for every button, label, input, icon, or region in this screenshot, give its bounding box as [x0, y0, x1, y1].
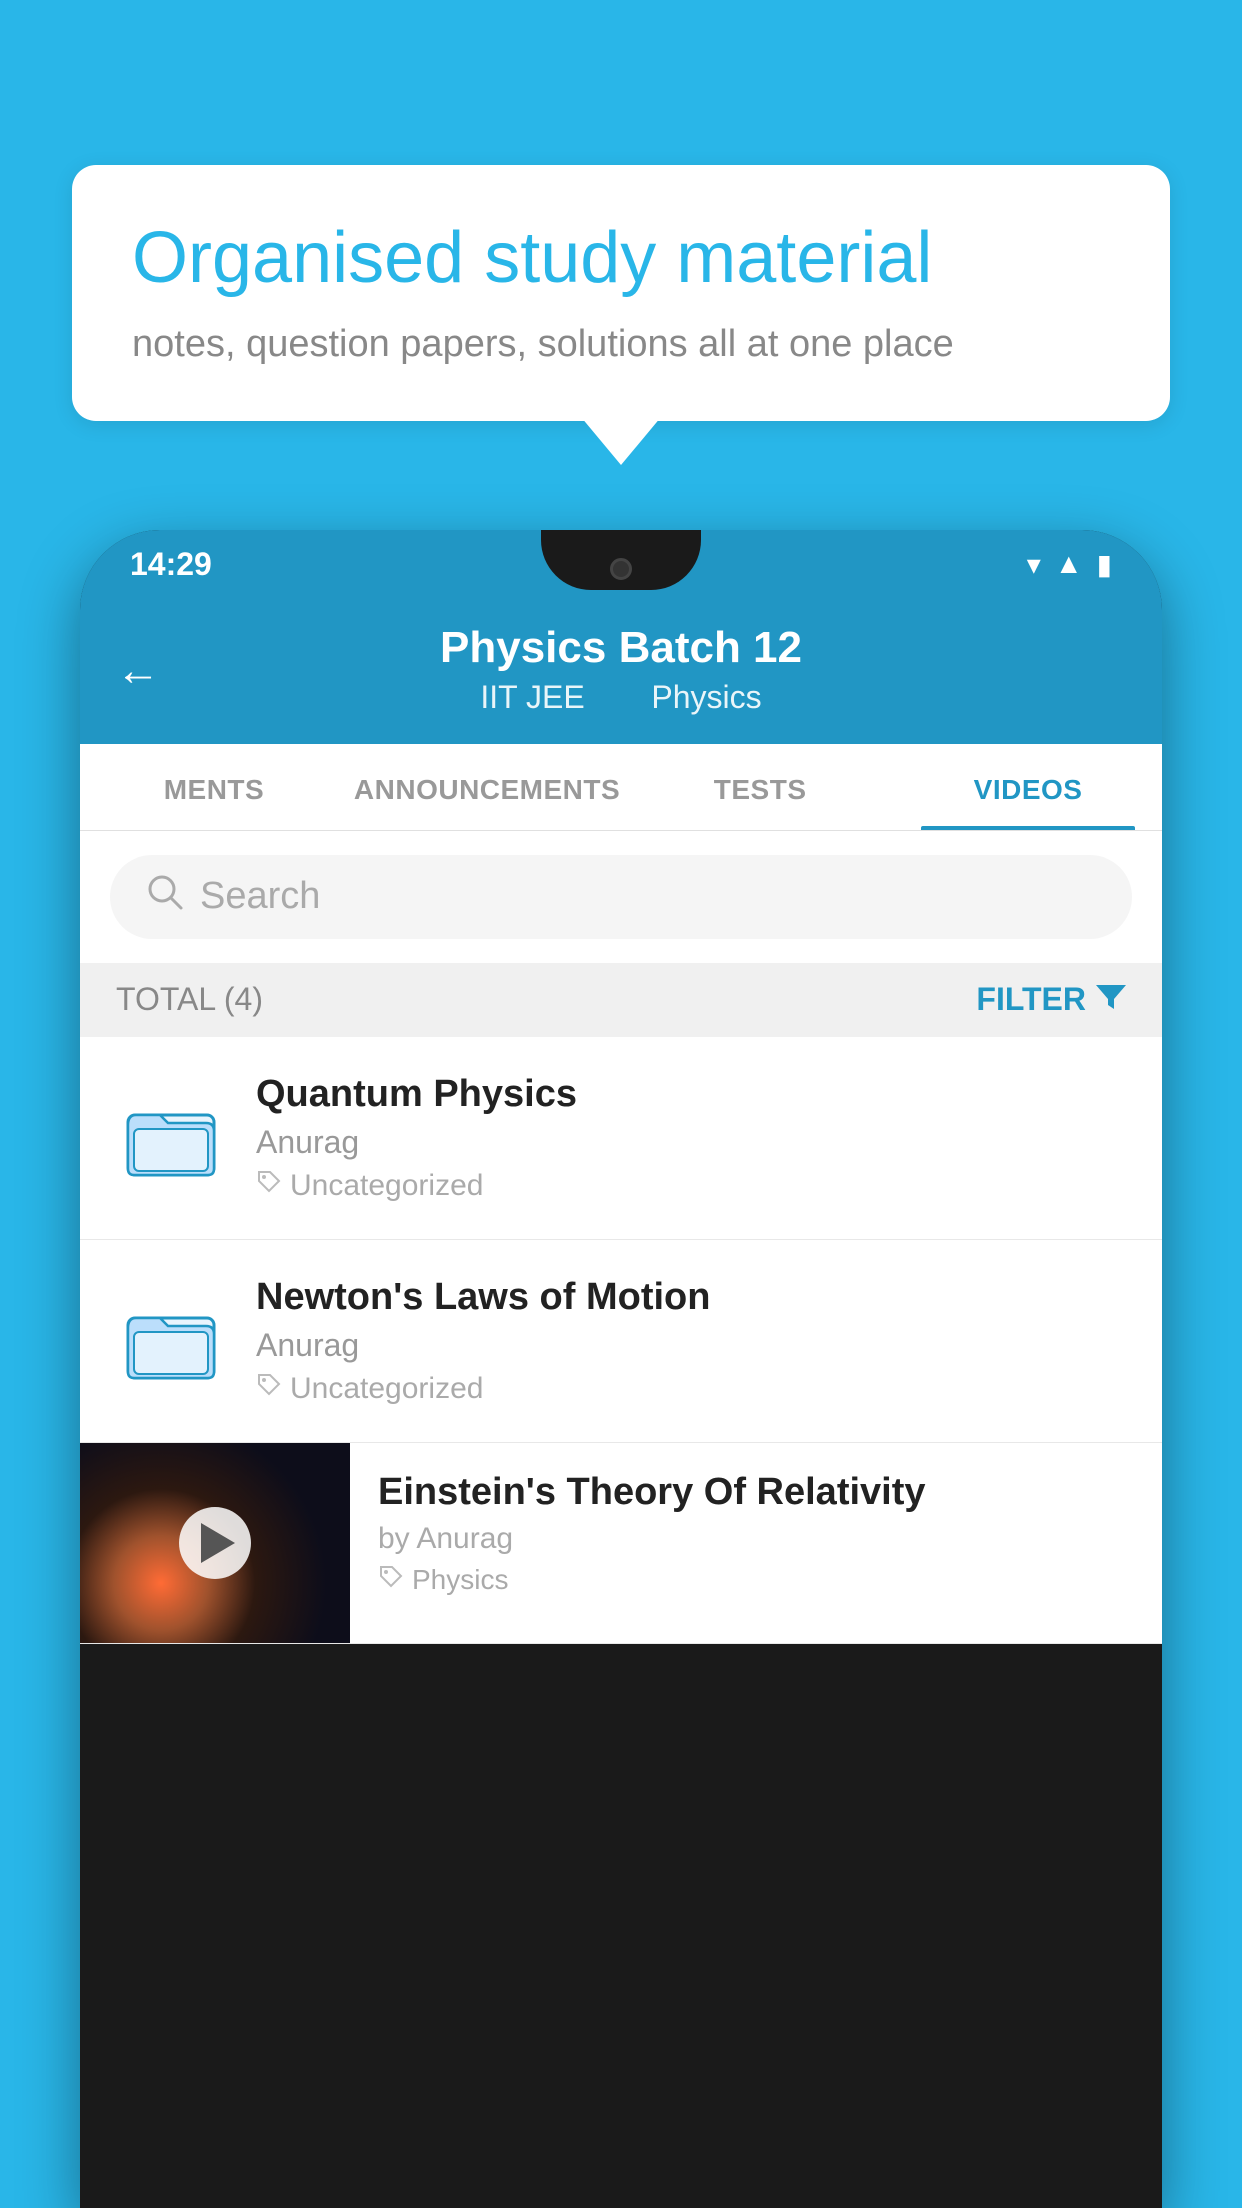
video-info: Newton's Laws of Motion Anurag Uncategor… [256, 1276, 1126, 1406]
play-button[interactable] [179, 1507, 251, 1579]
video-title: Einstein's Theory Of Relativity [378, 1471, 1134, 1514]
search-icon [146, 873, 184, 921]
filter-label: FILTER [976, 981, 1086, 1018]
tag-icon [256, 1372, 282, 1405]
video-tag: Uncategorized [256, 1372, 1126, 1406]
back-button[interactable]: ← [116, 646, 160, 696]
bubble-title: Organised study material [132, 215, 1110, 301]
video-info: Einstein's Theory Of Relativity by Anura… [350, 1443, 1162, 1625]
total-count: TOTAL (4) [116, 981, 263, 1018]
tag-label: Uncategorized [290, 1169, 483, 1203]
video-title: Newton's Laws of Motion [256, 1276, 1126, 1319]
status-icons: ▾ ▲ ▮ [1027, 548, 1112, 581]
battery-icon: ▮ [1097, 548, 1112, 581]
signal-icon: ▲ [1055, 548, 1083, 580]
speech-bubble: Organised study material notes, question… [72, 165, 1170, 421]
status-bar: 14:29 ▾ ▲ ▮ [80, 530, 1162, 598]
app-header: ← Physics Batch 12 IIT JEE Physics [80, 598, 1162, 744]
thumb-bg [80, 1443, 350, 1643]
status-time: 14:29 [130, 546, 212, 583]
folder-thumbnail [116, 1286, 226, 1396]
filter-icon [1096, 981, 1126, 1019]
wifi-icon: ▾ [1027, 548, 1041, 581]
subtitle-iitjee: IIT JEE [480, 679, 584, 715]
tag-icon [256, 1169, 282, 1202]
video-author: Anurag [256, 1124, 1126, 1161]
header-title: Physics Batch 12 [120, 622, 1122, 675]
tab-videos[interactable]: VIDEOS [894, 744, 1162, 830]
tab-bar: MENTS ANNOUNCEMENTS TESTS VIDEOS [80, 744, 1162, 831]
subtitle-separator [614, 679, 632, 715]
filter-button[interactable]: FILTER [976, 981, 1126, 1019]
header-subtitle: IIT JEE Physics [120, 679, 1122, 716]
tab-ments[interactable]: MENTS [80, 744, 348, 830]
subtitle-physics: Physics [651, 679, 761, 715]
phone-frame: 14:29 ▾ ▲ ▮ ← Physics Batch 12 IIT JEE P… [80, 530, 1162, 2208]
filter-bar: TOTAL (4) FILTER [80, 963, 1162, 1037]
video-author: by Anurag [378, 1522, 1134, 1556]
video-list: Quantum Physics Anurag Uncategorized [80, 1037, 1162, 1644]
notch [541, 530, 701, 590]
video-author: Anurag [256, 1327, 1126, 1364]
folder-thumbnail [116, 1083, 226, 1193]
video-thumbnail [80, 1443, 350, 1643]
tag-label: Physics [412, 1564, 508, 1596]
tag-label: Uncategorized [290, 1372, 483, 1406]
list-item[interactable]: Newton's Laws of Motion Anurag Uncategor… [80, 1240, 1162, 1443]
tab-tests[interactable]: TESTS [626, 744, 894, 830]
play-icon [201, 1523, 235, 1563]
list-item[interactable]: Quantum Physics Anurag Uncategorized [80, 1037, 1162, 1240]
bubble-subtitle: notes, question papers, solutions all at… [132, 323, 1110, 366]
video-info: Quantum Physics Anurag Uncategorized [256, 1073, 1126, 1203]
tag-icon [378, 1564, 404, 1597]
search-bar[interactable]: Search [110, 855, 1132, 939]
tab-announcements[interactable]: ANNOUNCEMENTS [348, 744, 626, 830]
camera [610, 558, 632, 580]
search-placeholder: Search [200, 875, 320, 918]
video-tag: Physics [378, 1564, 1134, 1597]
search-container: Search [80, 831, 1162, 963]
video-title: Quantum Physics [256, 1073, 1126, 1116]
list-item[interactable]: Einstein's Theory Of Relativity by Anura… [80, 1443, 1162, 1644]
video-tag: Uncategorized [256, 1169, 1126, 1203]
